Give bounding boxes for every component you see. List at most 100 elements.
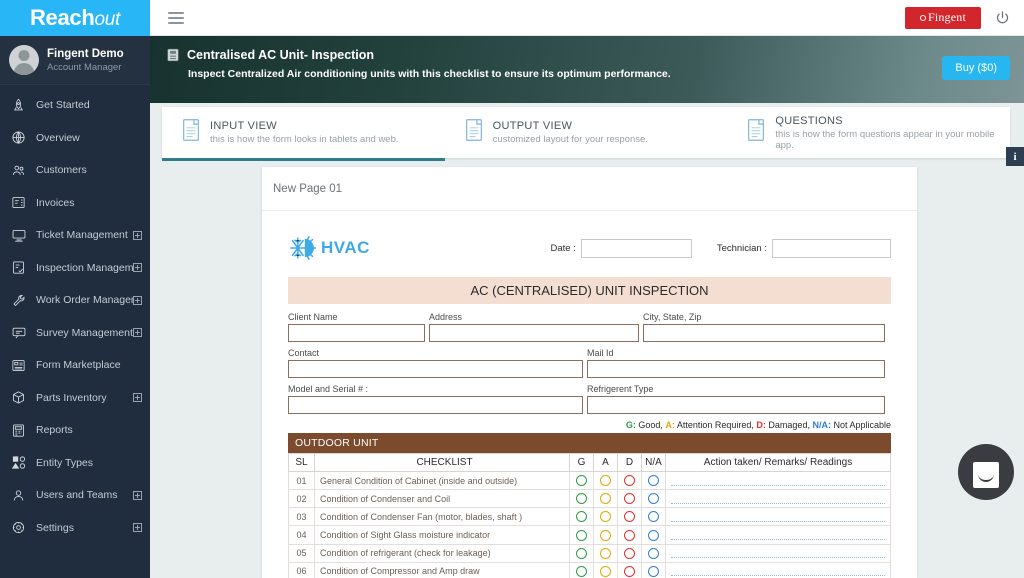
fingent-logo-text: Fingent bbox=[927, 10, 967, 24]
radio-attention[interactable] bbox=[593, 507, 618, 527]
sidebar-item-get-started[interactable]: Get Started bbox=[0, 89, 150, 122]
form-field-row: Contact Mail Id bbox=[288, 348, 891, 378]
radio-attention[interactable] bbox=[593, 543, 618, 563]
sidebar-item-survey-management[interactable]: Survey Management bbox=[0, 317, 150, 350]
form-field-mail-id: Mail Id bbox=[587, 348, 885, 378]
sidebar-item-users-and-teams[interactable]: Users and Teams bbox=[0, 479, 150, 512]
expand-icon[interactable] bbox=[133, 328, 142, 338]
sidebar: Reachout Fingent Demo Account Manager Ge… bbox=[0, 0, 150, 578]
sidebar-item-label: Reports bbox=[36, 424, 73, 437]
report-icon bbox=[10, 423, 27, 438]
radio-attention-icon bbox=[600, 475, 611, 487]
tab-text: INPUT VIEW this is how the form looks in … bbox=[210, 120, 399, 145]
power-icon[interactable] bbox=[995, 10, 1010, 25]
row-remarks-input[interactable] bbox=[665, 543, 891, 563]
radio-attention[interactable] bbox=[593, 525, 618, 545]
radio-attention[interactable] bbox=[593, 489, 618, 509]
form-field-grid: Client Name Address City, State, Zip Contac… bbox=[288, 312, 891, 414]
hamburger-icon[interactable] bbox=[168, 9, 184, 27]
radio-damaged[interactable] bbox=[617, 525, 642, 545]
field-input-city-state-zip[interactable] bbox=[643, 324, 885, 342]
fingent-logo[interactable]: Fingent bbox=[905, 6, 981, 29]
field-input-refrigerent-type[interactable] bbox=[587, 396, 885, 414]
row-remarks-input[interactable] bbox=[665, 525, 891, 545]
view-tabs: INPUT VIEW this is how the form looks in … bbox=[162, 107, 1010, 161]
field-input-mail-id[interactable] bbox=[587, 360, 885, 378]
radio-good[interactable] bbox=[569, 507, 594, 527]
radio-na[interactable] bbox=[641, 543, 666, 563]
topbar-right: Fingent bbox=[905, 6, 1010, 29]
gear-icon bbox=[10, 520, 27, 535]
tab-input-view[interactable]: INPUT VIEW this is how the form looks in … bbox=[162, 107, 445, 161]
tab-questions[interactable]: QUESTIONS this is how the form questions … bbox=[727, 107, 1010, 158]
brand-logo[interactable]: Reachout bbox=[0, 0, 150, 36]
sidebar-item-form-marketplace[interactable]: Form Marketplace bbox=[0, 349, 150, 382]
sidebar-item-entity-types[interactable]: Entity Types bbox=[0, 447, 150, 480]
radio-damaged[interactable] bbox=[617, 489, 642, 509]
radio-damaged[interactable] bbox=[617, 543, 642, 563]
radio-good[interactable] bbox=[569, 525, 594, 545]
radio-na[interactable] bbox=[641, 507, 666, 527]
sidebar-item-invoices[interactable]: Invoices bbox=[0, 187, 150, 220]
legend-attention-val: Attention Required, bbox=[674, 420, 757, 430]
radio-na-icon bbox=[648, 493, 659, 505]
row-checklist-item: Condition of Condenser and Coil bbox=[314, 489, 570, 509]
people-icon bbox=[10, 163, 27, 178]
tab-output-view[interactable]: OUTPUT VIEW customized layout for your re… bbox=[445, 107, 728, 158]
chat-bubble-icon[interactable] bbox=[958, 444, 1014, 500]
form-field-city-state-zip: City, State, Zip bbox=[643, 312, 885, 342]
buy-button[interactable]: Buy ($0) bbox=[942, 56, 1010, 80]
row-serial: 04 bbox=[288, 525, 315, 545]
radio-na-icon bbox=[648, 529, 659, 541]
radio-na[interactable] bbox=[641, 470, 666, 491]
checklist-head: SL CHECKLIST G A D N/A Action taken/ Remarks/ … bbox=[288, 453, 891, 472]
field-input-model-and-serial[interactable] bbox=[288, 396, 583, 414]
radio-good[interactable] bbox=[569, 489, 594, 509]
radio-attention[interactable] bbox=[593, 470, 618, 491]
technician-input[interactable] bbox=[772, 238, 891, 258]
checklist-body: 01 General Condition of Cabinet (inside a… bbox=[288, 470, 891, 578]
radio-good[interactable] bbox=[569, 470, 594, 491]
expand-icon[interactable] bbox=[133, 230, 142, 240]
radio-good[interactable] bbox=[569, 561, 594, 578]
radio-damaged[interactable] bbox=[617, 561, 642, 578]
sidebar-item-work-order-management[interactable]: Work Order Management bbox=[0, 284, 150, 317]
expand-icon[interactable] bbox=[133, 263, 142, 273]
sidebar-item-label: Ticket Management bbox=[36, 229, 128, 242]
field-input-address[interactable] bbox=[429, 324, 639, 342]
row-remarks-input[interactable] bbox=[665, 507, 891, 527]
sidebar-item-parts-inventory[interactable]: Parts Inventory bbox=[0, 382, 150, 415]
sidebar-item-reports[interactable]: Reports bbox=[0, 414, 150, 447]
row-remarks-input[interactable] bbox=[665, 561, 891, 578]
field-input-client-name[interactable] bbox=[288, 324, 425, 342]
sidebar-item-customers[interactable]: Customers bbox=[0, 154, 150, 187]
sidebar-item-inspection-management[interactable]: Inspection Management bbox=[0, 252, 150, 285]
sidebar-item-settings[interactable]: Settings bbox=[0, 512, 150, 545]
date-input[interactable] bbox=[580, 238, 692, 258]
expand-icon[interactable] bbox=[133, 523, 142, 533]
sidebar-item-overview[interactable]: Overview bbox=[0, 122, 150, 155]
row-remarks-input[interactable] bbox=[665, 489, 891, 509]
sidebar-item-label: Work Order Management bbox=[36, 294, 133, 307]
form-field-row: Client Name Address City, State, Zip bbox=[288, 312, 891, 342]
row-remarks-input[interactable] bbox=[665, 470, 891, 491]
radio-na[interactable] bbox=[641, 561, 666, 578]
radio-na[interactable] bbox=[641, 489, 666, 509]
info-tab[interactable]: i bbox=[1006, 147, 1024, 166]
expand-icon[interactable] bbox=[133, 393, 142, 403]
radio-damaged[interactable] bbox=[617, 470, 642, 491]
user-icon bbox=[10, 488, 27, 503]
radio-attention[interactable] bbox=[593, 561, 618, 578]
rating-legend: G: Good, A: Attention Required, D: Damag… bbox=[288, 420, 891, 430]
user-profile[interactable]: Fingent Demo Account Manager bbox=[0, 36, 150, 85]
radio-good[interactable] bbox=[569, 543, 594, 563]
radio-attention-icon bbox=[600, 511, 611, 523]
expand-icon[interactable] bbox=[133, 295, 142, 305]
form-icon bbox=[10, 358, 27, 373]
expand-icon[interactable] bbox=[133, 490, 142, 500]
sidebar-item-ticket-management[interactable]: Ticket Management bbox=[0, 219, 150, 252]
field-input-contact[interactable] bbox=[288, 360, 583, 378]
radio-na[interactable] bbox=[641, 525, 666, 545]
radio-damaged[interactable] bbox=[617, 507, 642, 527]
form-logo-row: HVAC Date : Technician : bbox=[288, 223, 891, 273]
